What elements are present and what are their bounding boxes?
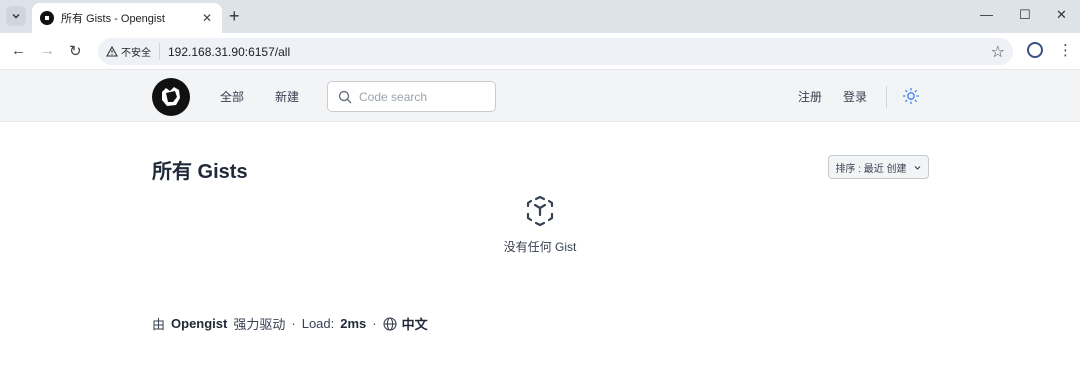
code-search-box[interactable]: [327, 81, 496, 112]
browser-toolbar: ← → ↻ 不安全 192.168.31.90:6157/all ☆ ⋮: [0, 33, 1080, 70]
tab-close-icon[interactable]: ✕: [200, 11, 214, 25]
chevron-down-icon: [12, 13, 20, 19]
new-tab-icon[interactable]: +: [229, 7, 240, 25]
warning-icon: [106, 46, 118, 57]
maximize-icon[interactable]: ☐: [1019, 7, 1031, 23]
footer-load-label: Load:: [301, 316, 335, 331]
sun-icon: [902, 87, 920, 105]
sort-label: 排序 : 最近 创建: [835, 163, 907, 175]
page-title: 所有 Gists: [152, 161, 248, 183]
header-divider: [886, 86, 887, 108]
opengist-logo[interactable]: [152, 78, 190, 116]
app-header: 全部 新建 注册 登录: [0, 70, 1080, 122]
empty-cube-icon: [524, 195, 556, 232]
nav-all-link[interactable]: 全部: [220, 88, 244, 105]
code-search-input[interactable]: [359, 89, 484, 104]
footer-brand-link[interactable]: Opengist: [171, 316, 227, 331]
minimize-icon[interactable]: —: [980, 7, 993, 22]
reload-icon[interactable]: ↻: [69, 42, 82, 60]
footer-separator: ·: [372, 316, 377, 331]
footer-prefix: 由: [152, 317, 166, 332]
sort-dropdown[interactable]: 排序 : 最近 创建: [828, 155, 929, 179]
nav-new-link[interactable]: 新建: [275, 88, 299, 105]
bookmark-star-icon[interactable]: ☆: [991, 42, 1005, 62]
globe-icon: [383, 316, 397, 331]
language-selector[interactable]: 中文: [402, 314, 428, 333]
security-label: 不安全: [121, 48, 151, 59]
footer-load-value: 2ms: [340, 316, 367, 331]
tab-title: 所有 Gists - Opengist: [61, 13, 165, 25]
empty-state-message: 没有任何 Gist: [503, 240, 577, 254]
browser-menu-icon[interactable]: ⋮: [1058, 41, 1073, 59]
footer: 由 Opengist 强力驱动 · Load: 2ms · 中文: [152, 314, 428, 333]
browser-tab[interactable]: 所有 Gists - Opengist ✕: [32, 3, 222, 33]
back-arrow-icon[interactable]: ←: [11, 42, 26, 59]
profile-icon[interactable]: [1027, 42, 1043, 58]
security-indicator[interactable]: 不安全: [106, 43, 160, 60]
opengist-favicon-icon: [40, 11, 54, 25]
search-icon: [338, 90, 352, 103]
footer-powered-text: 强力驱动: [233, 317, 286, 332]
browser-tabstrip: 所有 Gists - Opengist ✕ + — ☐ ✕: [0, 0, 1080, 33]
login-link[interactable]: 登录: [843, 88, 867, 105]
window-close-icon[interactable]: ✕: [1056, 7, 1067, 23]
footer-separator: ·: [291, 316, 296, 331]
url-text[interactable]: 192.168.31.90:6157/all: [168, 45, 290, 59]
register-link[interactable]: 注册: [798, 88, 822, 105]
address-bar[interactable]: 不安全 192.168.31.90:6157/all ☆: [98, 38, 1013, 65]
forward-arrow-icon[interactable]: →: [40, 42, 55, 59]
logo-icon: [154, 80, 188, 114]
chevron-down-icon: [914, 165, 920, 170]
tab-search-button[interactable]: [6, 6, 26, 26]
theme-toggle-button[interactable]: [902, 87, 920, 110]
